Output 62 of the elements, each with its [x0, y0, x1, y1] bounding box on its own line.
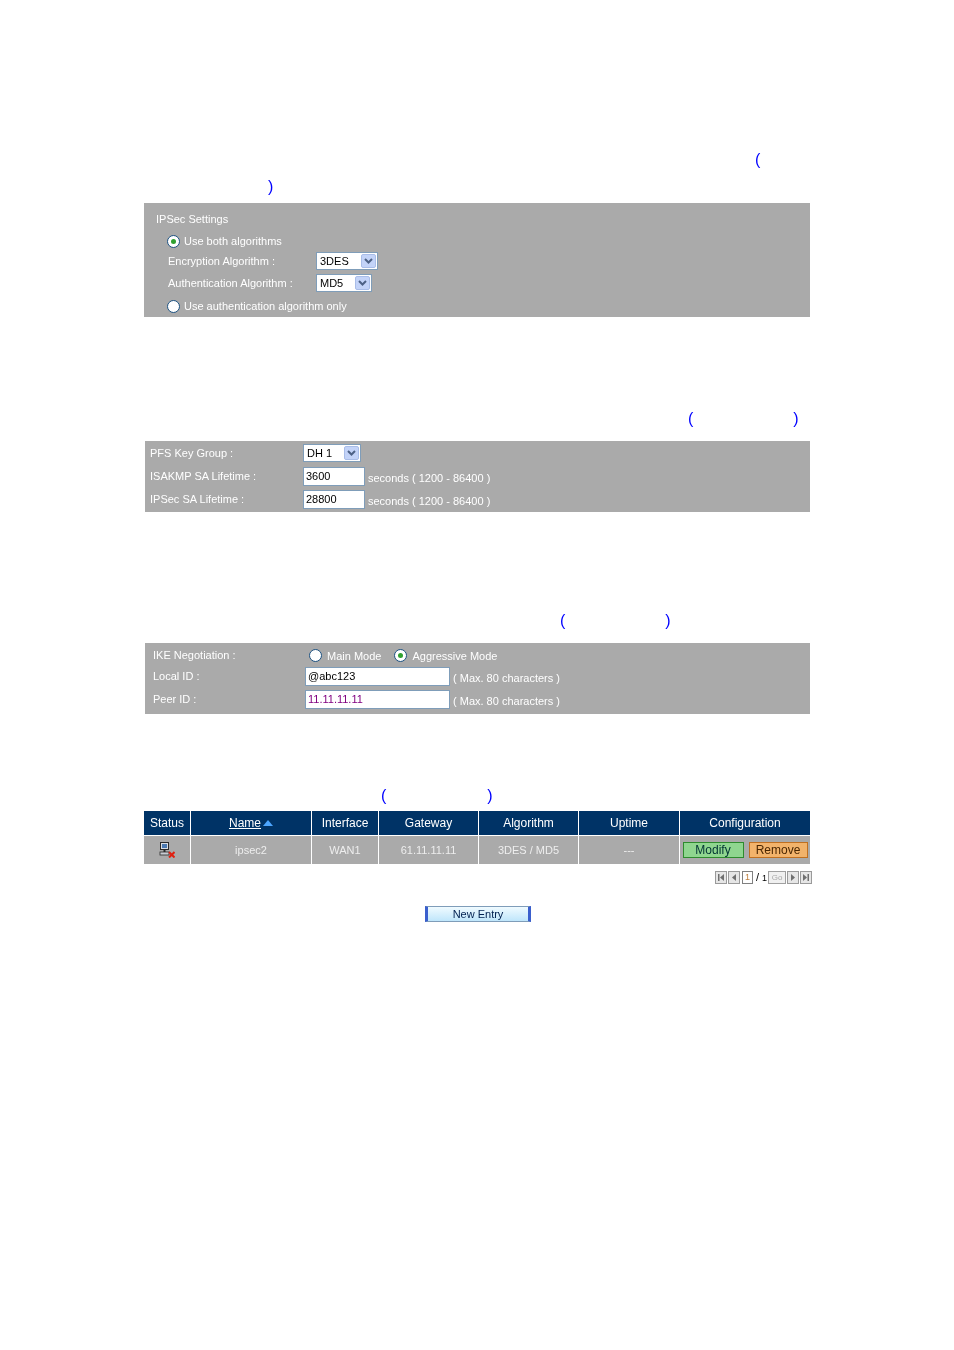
field-label: ISAKMP SA Lifetime : [150, 468, 258, 484]
dropdown[interactable]: MD5 [316, 274, 373, 292]
radio-label: Use authentication algorithm only [184, 299, 347, 313]
field-label: Encryption Algorithm : [168, 253, 276, 269]
parenthesis: ( [560, 613, 566, 629]
previous-page-icon[interactable] [727, 870, 740, 884]
table-cell: WAN1 [312, 836, 378, 864]
parenthesis: ) [665, 613, 671, 629]
column-header: Configuration [680, 811, 810, 835]
column-header: Algorithm [479, 811, 578, 835]
last-page-icon[interactable] [800, 870, 812, 884]
table-cell: ipsec2 [191, 836, 311, 864]
column-header[interactable]: Name [191, 811, 311, 835]
input-field[interactable]: @abc123 [305, 667, 450, 686]
chevron-down-icon [360, 254, 376, 268]
table-cell: 61.11.11.11 [379, 836, 478, 864]
field-label: Local ID : [153, 669, 201, 685]
radio-label: Main Mode [327, 649, 382, 663]
field-label: IKE Negotiation : [153, 647, 237, 663]
sort-link[interactable]: Name [229, 814, 273, 832]
chevron-down-icon [344, 446, 360, 460]
column-header: Uptime [579, 811, 679, 835]
input-field[interactable]: 11.11.11.11 [305, 690, 450, 709]
field-label: Peer ID : [153, 692, 198, 708]
input-field[interactable]: 28800 [303, 489, 365, 509]
first-page-icon[interactable] [714, 870, 727, 884]
page-total: 1 [762, 873, 767, 884]
field-label: IPSec SA Lifetime : [150, 491, 246, 507]
sort-up-icon [263, 820, 273, 826]
table-cell: 3DES / MD5 [479, 836, 578, 864]
table-cell: --- [579, 836, 679, 864]
column-header: Interface [312, 811, 378, 835]
radio-label: Aggressive Mode [412, 649, 498, 663]
hint-text: ( Max. 80 characters ) [453, 670, 560, 686]
radio-button[interactable] [394, 648, 408, 662]
remove-button[interactable]: Remove [748, 842, 808, 858]
radio-button[interactable] [309, 648, 322, 662]
parenthesis: ) [793, 411, 799, 427]
parenthesis: ) [268, 179, 274, 195]
next-page-icon[interactable] [787, 870, 799, 884]
radio-button[interactable] [167, 299, 180, 313]
column-header: Gateway [379, 811, 478, 835]
dropdown[interactable]: DH 1 [303, 444, 362, 462]
hint-text: seconds ( 1200 - 86400 ) [368, 493, 491, 509]
parenthesis: ( [688, 411, 694, 427]
radio-button[interactable] [167, 234, 180, 248]
panel-title: IPSec Settings [156, 212, 230, 226]
chevron-down-icon [355, 276, 371, 290]
hint-text: ( Max. 80 characters ) [453, 693, 560, 709]
page-separator: / [755, 870, 759, 884]
new-entry-button[interactable]: New Entry [425, 906, 531, 922]
dropdown[interactable]: 3DES [316, 252, 378, 270]
column-header: Status [144, 811, 190, 835]
radio-label: Use both algorithms [184, 234, 282, 248]
parenthesis: ( [755, 152, 761, 168]
field-label: Authentication Algorithm : [168, 275, 294, 291]
modify-button[interactable]: Modify [682, 842, 744, 858]
field-label: PFS Key Group : [150, 445, 235, 461]
parenthesis: ( [381, 788, 387, 804]
hint-text: seconds ( 1200 - 86400 ) [368, 470, 491, 486]
input-field[interactable]: 3600 [303, 466, 365, 486]
parenthesis: ) [487, 788, 493, 804]
